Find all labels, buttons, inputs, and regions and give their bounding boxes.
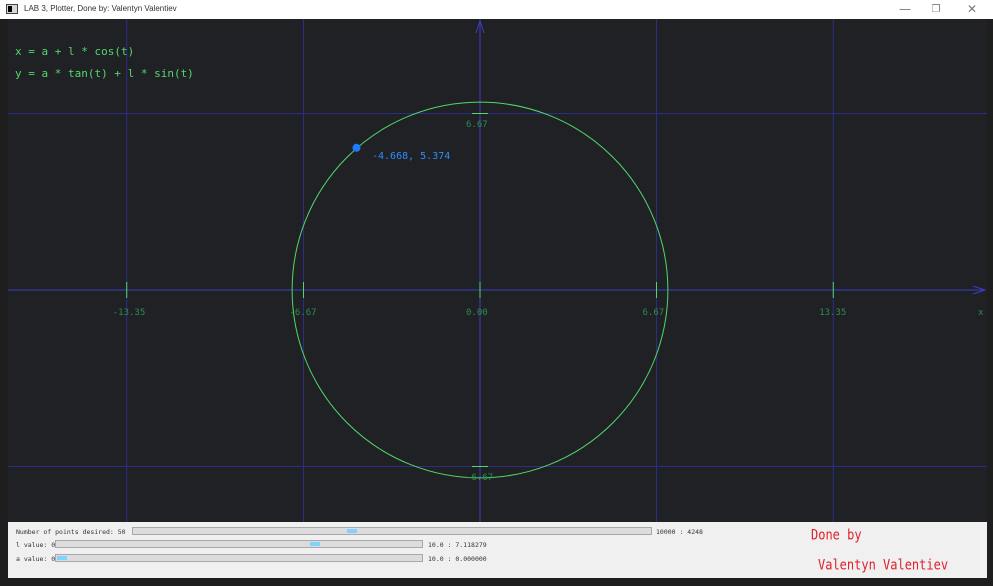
a-value-slider[interactable]	[55, 554, 423, 562]
window-title: LAB 3, Plotter, Done by: Valentyn Valent…	[24, 4, 177, 13]
author-name: Valentyn Valentiev	[818, 556, 949, 574]
y-tick-label: 6.67	[466, 119, 488, 130]
minimize-button[interactable]: —	[888, 0, 922, 19]
highlight-point	[352, 143, 361, 152]
l-value-slider-thumb[interactable]	[309, 542, 320, 546]
points-slider[interactable]	[132, 527, 652, 535]
points-label: Number of points desired: 50	[16, 528, 126, 536]
l-value-label: l value: 0	[16, 541, 56, 549]
y-tick-label: -6.67	[466, 472, 494, 483]
done-by-label: Done by	[811, 526, 862, 544]
points-value: 10000 : 4248	[656, 528, 703, 536]
app-icon	[6, 4, 18, 14]
close-button[interactable]: ✕	[955, 0, 989, 19]
a-value-label: a value: 0	[16, 555, 56, 563]
x-tick-label: 6.67	[642, 308, 665, 318]
a-value-slider-thumb[interactable]	[57, 556, 67, 560]
x-tick-label: -6.67	[289, 308, 317, 318]
maximize-button[interactable]: ❐	[919, 0, 953, 19]
l-value-slider[interactable]	[55, 540, 423, 548]
x-axis-name: x	[978, 308, 984, 318]
x-tick-label: -13.35	[112, 308, 146, 318]
formula-y: y = a * tan(t) + l * sin(t)	[15, 67, 194, 80]
a-value-readout: 10.0 : 0.000000	[428, 555, 487, 563]
x-tick-label: 0.00	[466, 308, 488, 318]
plot-canvas	[8, 19, 987, 522]
point-coordinate-label: -4.668, 5.374	[372, 151, 451, 162]
points-slider-thumb[interactable]	[347, 529, 358, 533]
x-tick-label: 13.35	[819, 308, 847, 318]
formula-x: x = a + l * cos(t)	[15, 45, 135, 58]
plot-area[interactable]: x = a + l * cos(t) y = a * tan(t) + l * …	[8, 19, 987, 522]
window-titlebar: LAB 3, Plotter, Done by: Valentyn Valent…	[0, 0, 993, 19]
l-value-readout: 10.0 : 7.118279	[428, 541, 487, 549]
controls-panel: Number of points desired: 50 10000 : 424…	[8, 522, 987, 578]
